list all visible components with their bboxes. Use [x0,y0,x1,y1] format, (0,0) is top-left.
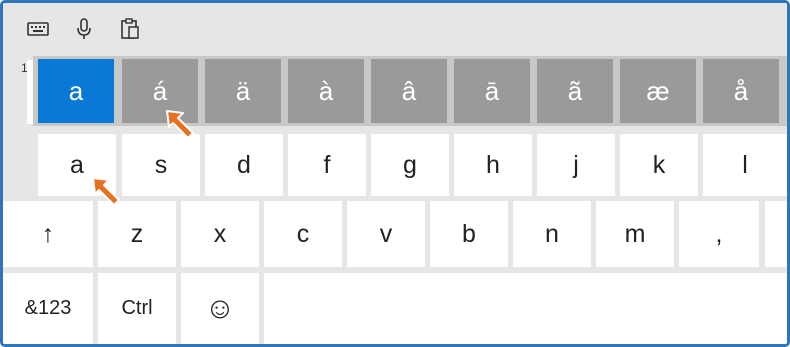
key-comma[interactable]: , [679,201,759,267]
key-partial[interactable] [765,201,787,267]
key-n[interactable]: n [513,201,591,267]
key-v[interactable]: v [347,201,425,267]
key-c[interactable]: c [264,201,342,267]
pointer-arrow-icon [166,110,194,139]
emoji-key[interactable]: ☺ [181,273,259,344]
key-f[interactable]: f [288,134,366,196]
key-x[interactable]: x [181,201,259,267]
key-s[interactable]: s [122,134,200,196]
candidate-key[interactable]: ā [454,59,530,123]
ctrl-key[interactable]: Ctrl [98,273,176,344]
key-m[interactable]: m [596,201,674,267]
key-h[interactable]: h [454,134,532,196]
candidate-key[interactable]: ä [205,59,281,123]
key-g[interactable]: g [371,134,449,196]
clipboard-icon[interactable] [119,17,141,41]
key-b[interactable]: b [430,201,508,267]
symbols-key[interactable]: &123 [3,273,93,344]
key-z[interactable]: z [98,201,176,267]
keyboard-icon[interactable] [27,17,49,41]
pointer-arrow-icon [92,177,120,206]
key-l[interactable]: l [703,134,787,196]
touch-keyboard: 1 a á ä à â ā ã æ å a s d f g h j k l ↑ … [0,0,790,347]
space-bar[interactable] [264,273,787,344]
microphone-icon[interactable] [73,17,95,41]
candidate-key[interactable]: â [371,59,447,123]
keyboard-toolbar [3,3,787,55]
key-d[interactable]: d [205,134,283,196]
candidate-key[interactable]: å [703,59,779,123]
shift-key[interactable]: ↑ [3,201,93,267]
candidate-key[interactable]: æ [620,59,696,123]
key-j[interactable]: j [537,134,615,196]
candidate-key[interactable]: ã [537,59,613,123]
candidate-key[interactable]: à [288,59,364,123]
candidate-key-selected[interactable]: a [38,59,114,123]
key-k[interactable]: k [620,134,698,196]
